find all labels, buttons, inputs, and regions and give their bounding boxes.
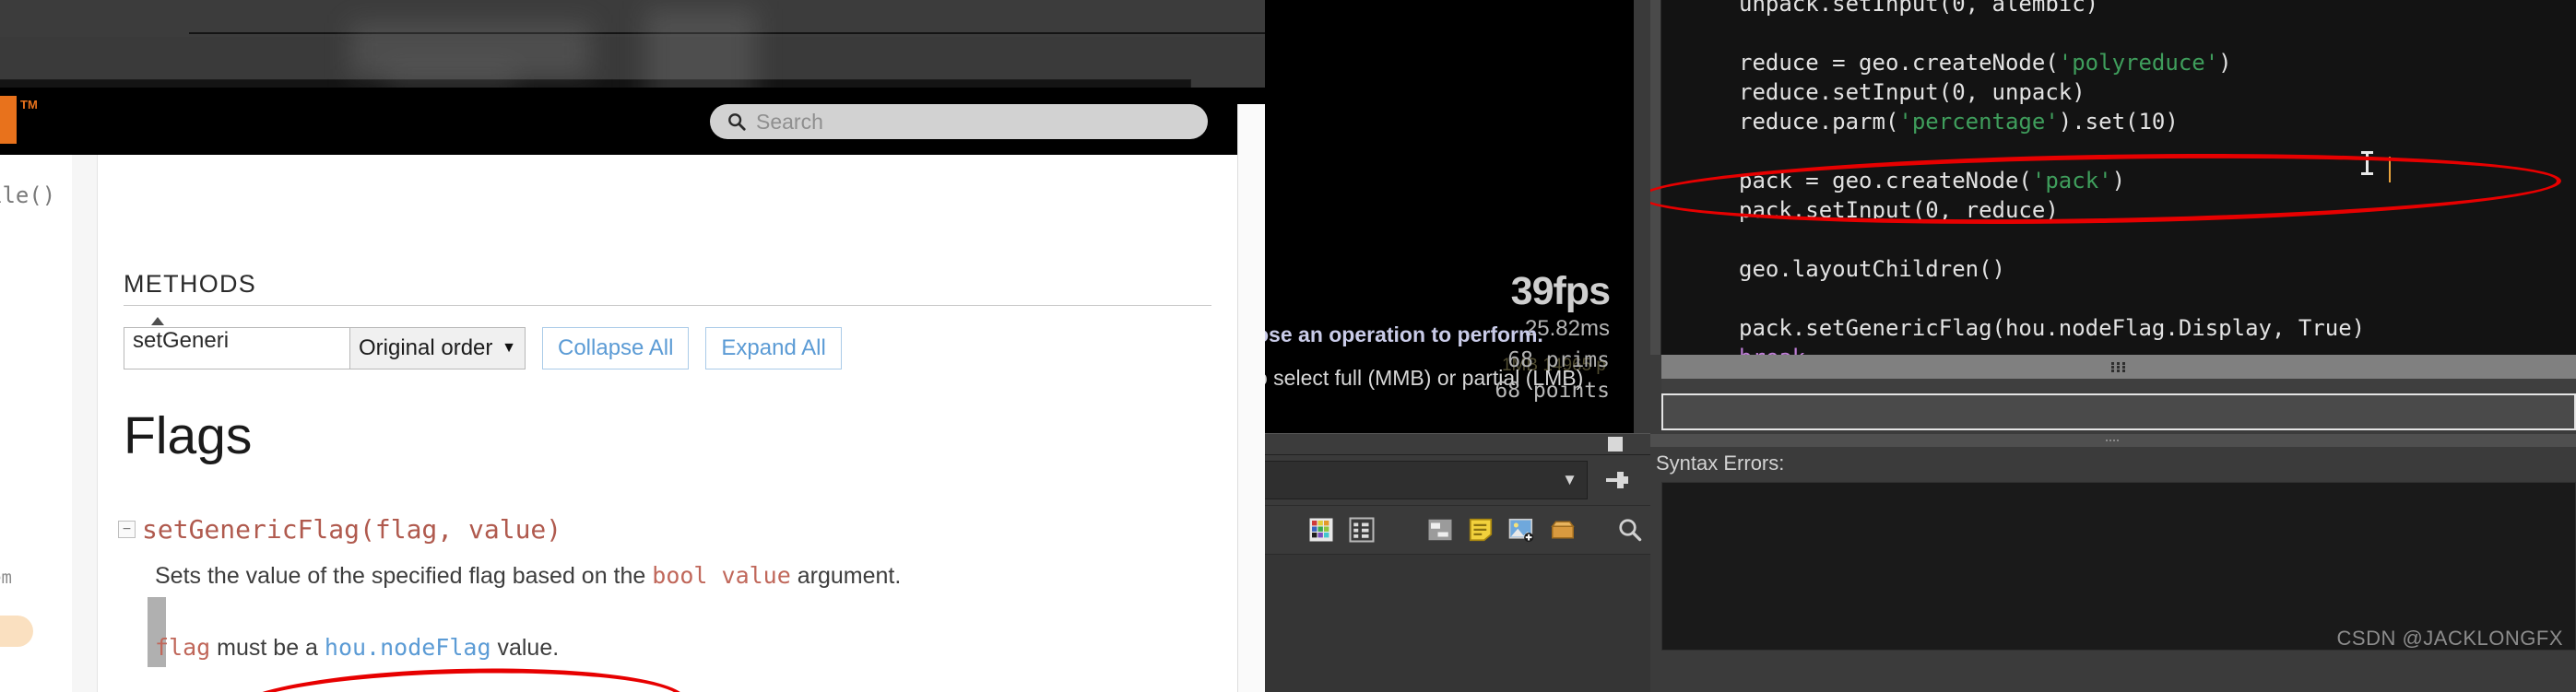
doc-page-scrollbar[interactable]	[1237, 104, 1265, 692]
site-search[interactable]: Search	[710, 104, 1208, 139]
method-param-note: flag must be a hou.nodeFlag value.	[155, 634, 559, 662]
logo-tm-mark: TM	[20, 98, 38, 111]
flags-heading: Flags	[124, 406, 253, 465]
search-icon	[728, 113, 746, 131]
panel-toolbar	[1265, 505, 1650, 555]
layout-panes-icon	[1428, 519, 1452, 541]
sidebar-scrollbar[interactable]	[72, 155, 166, 692]
box-button[interactable]	[1542, 516, 1582, 544]
panel-divider-handle[interactable]	[1650, 434, 2576, 447]
doc-sidebar: ile() em	[0, 155, 72, 692]
method-description: Sets the value of the specified flag bas…	[155, 562, 901, 590]
expand-all-button[interactable]: Expand All	[705, 327, 842, 369]
param-note-end: value.	[490, 635, 560, 661]
annotation-ellipse-method	[230, 663, 687, 692]
site-logo[interactable]	[0, 96, 17, 144]
viewport-fps: 39fps	[1510, 269, 1611, 313]
text-caret	[2389, 157, 2391, 182]
layout-panes-button[interactable]	[1420, 516, 1460, 544]
chevron-down-icon: ▼	[1562, 471, 1578, 488]
grip-dots-icon	[2111, 361, 2125, 372]
browser-toolbar: 127.0.0.1:48626/hom/hou/Node	[0, 37, 1265, 118]
code-text[interactable]: unpack.setInput(0, alembic) reduce = geo…	[1739, 0, 2365, 372]
method-entry-setgenericflag[interactable]: − setGenericFlag(flag, value)	[118, 514, 561, 545]
sticky-note-button[interactable]	[1460, 516, 1501, 544]
browser-window: 127.0.0.1:48626/hom/hou/Node TM Search	[0, 0, 1265, 692]
houdini-viewport-column: 39fps 25.82ms ose an operation to perfor…	[1265, 0, 1650, 692]
editor-button-row: Reload Apply Ac	[1650, 659, 2576, 692]
method-filter-input[interactable]: setGeneri	[124, 327, 350, 369]
sidebar-item-clipped-top[interactable]: ile()	[0, 182, 55, 208]
syntax-errors-label: Syntax Errors:	[1656, 452, 1785, 475]
site-search-placeholder: Search	[756, 109, 823, 134]
color-palette-button[interactable]	[1301, 516, 1341, 544]
command-input-field[interactable]	[1661, 393, 2576, 430]
param-type-link[interactable]: hou.nodeFlag	[325, 634, 491, 661]
section-divider	[124, 305, 1211, 306]
add-image-button[interactable]	[1501, 516, 1542, 544]
doc-content: METHODS setGeneri Original order ▼ Colla…	[98, 155, 1237, 692]
add-image-icon	[1509, 518, 1534, 543]
viewport-right-gutter	[1634, 0, 1650, 433]
editor-gutter	[1650, 0, 1661, 355]
python-source-editor: unpack.setInput(0, alembic) reduce = geo…	[1650, 0, 2576, 692]
viewport-status-strip	[1265, 433, 1650, 455]
collapse-all-button[interactable]: Collapse All	[542, 327, 690, 369]
color-palette-icon	[1309, 518, 1333, 542]
syntax-errors-output[interactable]	[1661, 482, 2576, 651]
tab-underline	[189, 32, 1265, 34]
viewport-search-button[interactable]	[1610, 516, 1650, 544]
chevron-down-icon: ▼	[502, 340, 516, 356]
desc-bool-value: bool value	[652, 562, 791, 589]
splitter-grip[interactable]	[1661, 355, 2576, 379]
viewport-points-count: 68 points	[1495, 379, 1610, 403]
mouse-ibeam-cursor	[2361, 151, 2373, 175]
param-flag-name: flag	[155, 634, 211, 661]
code-editor[interactable]: unpack.setInput(0, alembic) reduce = geo…	[1661, 0, 2576, 370]
sidebar-item-clipped-bottom[interactable]: em	[0, 568, 12, 588]
viewport-3d[interactable]: 39fps 25.82ms ose an operation to perfor…	[1265, 0, 1634, 433]
divider-dots-icon	[2106, 439, 2119, 441]
method-signature[interactable]: setGenericFlag(flag, value)	[142, 514, 561, 545]
method-order-select[interactable]: Original order ▼	[350, 327, 526, 369]
viewport-indicator-square[interactable]	[1608, 437, 1623, 452]
screen: 127.0.0.1:48626/hom/hou/Node TM Search	[0, 0, 2576, 692]
viewport-hint-line-1: ose an operation to perform.	[1265, 323, 1543, 346]
node-path-combobox[interactable]: ▼	[1265, 461, 1588, 499]
box-icon	[1550, 521, 1575, 539]
browser-tab-strip	[0, 0, 1265, 37]
method-order-value: Original order	[359, 335, 493, 360]
pin-icon	[1606, 472, 1628, 488]
sticky-note-icon	[1469, 518, 1493, 542]
editor-sub-strip	[1661, 379, 2576, 393]
watermark-text: CSDN @JACKLONGFX	[2336, 627, 2563, 650]
param-note-mid: must be a	[210, 635, 325, 661]
methods-filter-row: setGeneri Original order ▼ Collapse All …	[124, 327, 842, 369]
methods-section-label: METHODS	[124, 270, 257, 298]
collapse-toggle-icon[interactable]: −	[118, 521, 136, 538]
pin-button[interactable]	[1595, 461, 1641, 499]
magnifier-icon	[1619, 519, 1642, 542]
network-editor-panel[interactable]: Geometr	[1265, 555, 1650, 692]
desc-text-2: argument.	[790, 563, 902, 589]
sidebar-highlight-pill	[0, 616, 33, 647]
grid-list-icon	[1349, 517, 1375, 543]
grid-list-button[interactable]	[1341, 516, 1382, 544]
desc-text-1: Sets the value of the specified flag bas…	[155, 563, 653, 589]
